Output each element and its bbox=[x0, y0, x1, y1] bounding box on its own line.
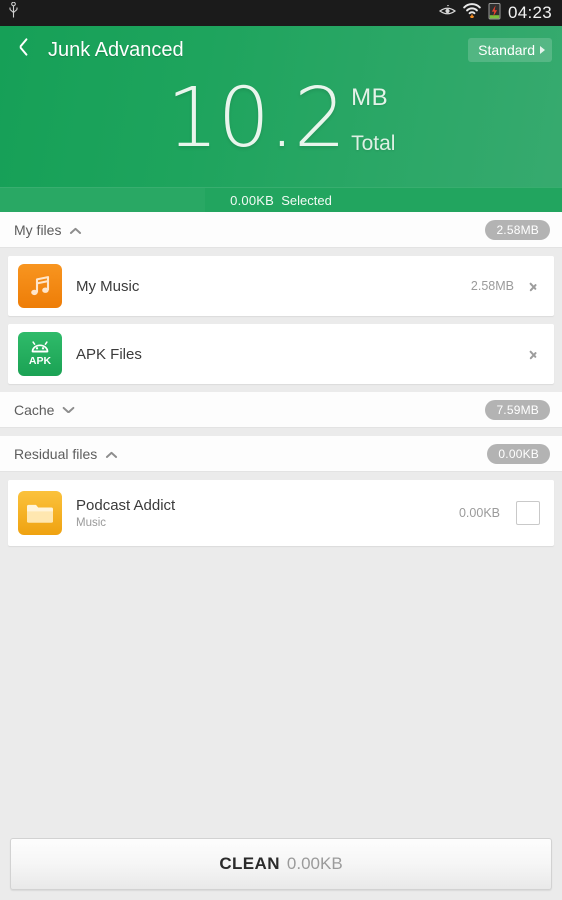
list-item-title: My Music bbox=[76, 277, 140, 295]
music-note-icon bbox=[18, 264, 62, 308]
status-bar: 04:23 bbox=[0, 0, 562, 26]
section-badge-my-files: 2.58MB bbox=[485, 219, 550, 240]
section-title-residual-files: Residual files bbox=[14, 445, 98, 462]
selected-progress-fill bbox=[0, 188, 205, 212]
list-item-text-podcast-addict: Podcast Addict Music bbox=[76, 497, 175, 529]
clean-button-size: 0.00KB bbox=[286, 854, 343, 873]
selected-summary-bar: 0.00KB Selected bbox=[0, 187, 562, 212]
eye-icon bbox=[438, 3, 456, 22]
page-title: Junk Advanced bbox=[48, 38, 184, 61]
mode-standard-button[interactable]: Standard bbox=[468, 38, 552, 62]
chevron-right-icon[interactable] bbox=[528, 276, 540, 296]
battery-charging-icon bbox=[488, 2, 501, 25]
section-title-cache: Cache bbox=[14, 401, 55, 418]
list-item-size: 0.00KB bbox=[458, 506, 500, 520]
app-header: Junk Advanced Standard 10.2 MB Total 0.0… bbox=[0, 26, 562, 212]
card-apk-files: APK APK Files bbox=[8, 324, 554, 384]
selected-word: Selected bbox=[281, 192, 332, 208]
list-item-text-apk-files: APK Files bbox=[76, 346, 142, 363]
folder-icon bbox=[18, 491, 62, 535]
mode-button-label: Standard bbox=[478, 42, 535, 58]
clean-button-label: CLEAN bbox=[219, 854, 280, 873]
list-item-title: APK Files bbox=[76, 345, 142, 363]
back-chevron-icon[interactable] bbox=[14, 39, 34, 61]
status-bar-left bbox=[8, 1, 19, 24]
wifi-icon bbox=[463, 3, 481, 23]
chevron-up-icon bbox=[105, 448, 117, 460]
chevron-down-icon bbox=[62, 404, 74, 416]
list-item-subtitle: Music bbox=[76, 517, 107, 529]
usb-icon bbox=[8, 1, 19, 24]
chevron-right-icon[interactable] bbox=[528, 344, 540, 364]
section-header-my-files[interactable]: My files 2.58MB bbox=[0, 212, 562, 248]
clean-bar: CLEAN 0.00KB bbox=[0, 838, 562, 900]
list-item-title: Podcast Addict bbox=[76, 497, 176, 514]
list-item-my-music[interactable]: My Music 2.58MB bbox=[8, 256, 554, 316]
section-header-cache[interactable]: Cache 7.59MB bbox=[0, 392, 562, 428]
chevron-right-icon bbox=[540, 46, 545, 54]
card-podcast-addict: Podcast Addict Music 0.00KB bbox=[8, 480, 554, 546]
total-size-number: 10.2 bbox=[166, 71, 347, 166]
list-item-size: 2.58MB bbox=[470, 279, 514, 293]
total-size-display: 10.2 MB Total bbox=[0, 78, 562, 160]
total-size-unit-block: MB Total bbox=[351, 78, 395, 156]
selected-amount: 0.00KB bbox=[230, 192, 274, 208]
section-title-my-files: My files bbox=[14, 221, 62, 238]
card-my-music: My Music 2.58MB bbox=[8, 256, 554, 316]
total-size-unit: MB bbox=[351, 84, 389, 111]
checkbox-podcast-addict[interactable] bbox=[516, 501, 540, 525]
clean-button[interactable]: CLEAN 0.00KB bbox=[10, 838, 552, 890]
section-badge-cache: 7.59MB bbox=[485, 399, 550, 420]
total-size-label: Total bbox=[351, 132, 396, 155]
title-bar: Junk Advanced Standard bbox=[0, 26, 562, 74]
selected-summary-text: 0.00KB Selected bbox=[230, 193, 332, 208]
status-bar-right: 04:23 bbox=[438, 2, 552, 25]
chevron-up-icon bbox=[69, 224, 81, 236]
list-item-apk-files[interactable]: APK APK Files bbox=[8, 324, 554, 384]
junk-list: My files 2.58MB My Music 2.58MB APK APK … bbox=[0, 212, 562, 900]
section-header-residual-files[interactable]: Residual files 0.00KB bbox=[0, 436, 562, 472]
section-badge-residual-files: 0.00KB bbox=[487, 443, 550, 464]
android-apk-icon: APK bbox=[18, 332, 62, 376]
list-item-podcast-addict[interactable]: Podcast Addict Music 0.00KB bbox=[8, 480, 554, 546]
list-item-text-my-music: My Music bbox=[76, 278, 139, 295]
status-bar-clock: 04:23 bbox=[507, 3, 552, 22]
svg-text:APK: APK bbox=[29, 355, 52, 367]
